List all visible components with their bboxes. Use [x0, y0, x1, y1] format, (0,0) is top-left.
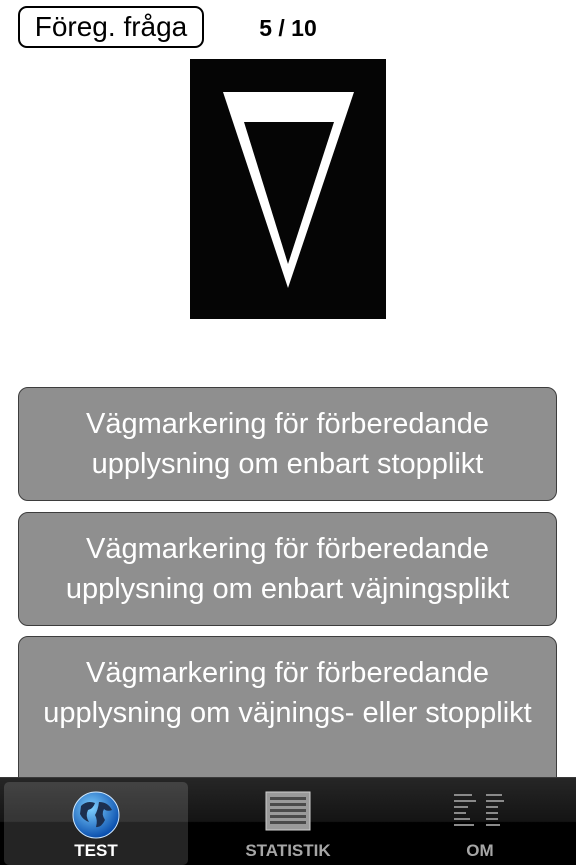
answer-option-2[interactable]: Vägmarkering för förberedande upplysning…	[18, 512, 557, 626]
answer-option-1-label: Vägmarkering för förberedande upplysning…	[85, 408, 489, 480]
tab-statistik[interactable]: STATISTIK	[196, 782, 380, 865]
road-marking-image	[190, 59, 386, 319]
answer-option-3-label: Vägmarkering för förberedande upplysning…	[43, 657, 532, 729]
answer-option-1[interactable]: Vägmarkering för förberedande upplysning…	[18, 387, 557, 501]
tab-bar: TEST STATISTIK OM	[0, 777, 576, 865]
tab-om-label: OM	[466, 841, 494, 860]
previous-question-button[interactable]: Föreg. fråga	[18, 6, 204, 48]
list-icon	[265, 791, 311, 831]
globe-icon	[72, 791, 120, 839]
tab-statistik-label: STATISTIK	[245, 841, 331, 860]
answer-option-2-label: Vägmarkering för förberedande upplysning…	[65, 533, 510, 605]
question-counter: 5 / 10	[259, 15, 317, 41]
tab-om[interactable]: OM	[388, 782, 572, 865]
answer-option-3[interactable]: Vägmarkering för förberedande upplysning…	[18, 636, 557, 796]
info-table-icon	[454, 794, 504, 826]
tab-test-label: TEST	[74, 841, 118, 860]
tab-test[interactable]: TEST	[4, 782, 188, 865]
